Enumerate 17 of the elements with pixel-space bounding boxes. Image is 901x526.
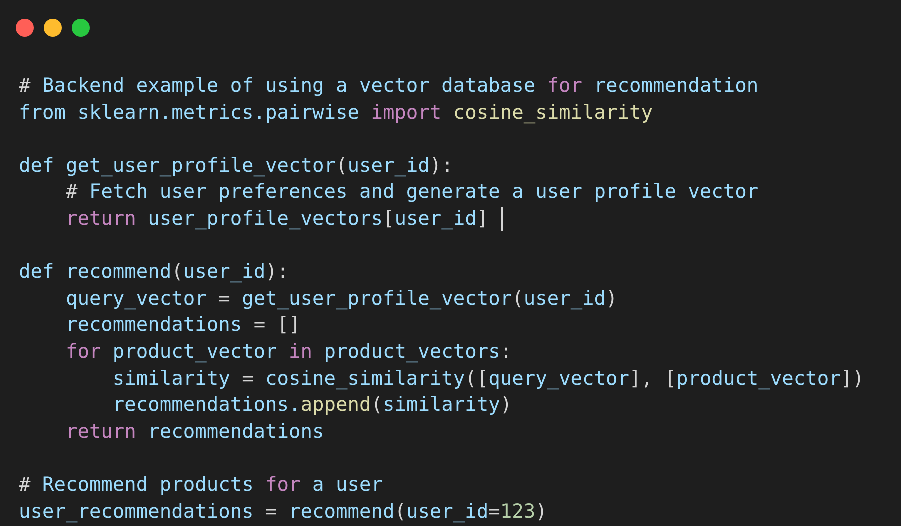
code-line: def get_user_profile_vector(user_id): (19, 152, 454, 179)
close-button[interactable] (16, 19, 34, 37)
code-line: from sklearn.metrics.pairwise import cosine_similarity (19, 100, 653, 126)
code-line: similarity = cosine_similarity([query_vector], [product_vector]) (112, 366, 864, 392)
code-line: return user_profile_vectors[user_id] (64, 206, 489, 232)
code-line: def recommend(user_id): (19, 259, 290, 286)
code-line: for product_vector in product_vectors: (64, 338, 512, 365)
minimize-button[interactable] (44, 19, 62, 37)
code-line: user_recommendations = recommend(user_id=123) (19, 498, 548, 525)
code-line: query_vector = get_user_profile_vector(user_id) (64, 286, 618, 312)
code-line: # Backend example of using a vector database for recommendation (19, 73, 759, 99)
code-line: # Fetch user preferences and generate a user profile vector (64, 179, 759, 206)
code-line: recommendations.append(similarity) (112, 392, 512, 418)
code-line: # Recommend products for a user (19, 472, 383, 498)
code-line: recommendations = [] (64, 312, 301, 338)
code-line: return recommendations (64, 418, 324, 445)
maximize-button[interactable] (72, 19, 90, 37)
